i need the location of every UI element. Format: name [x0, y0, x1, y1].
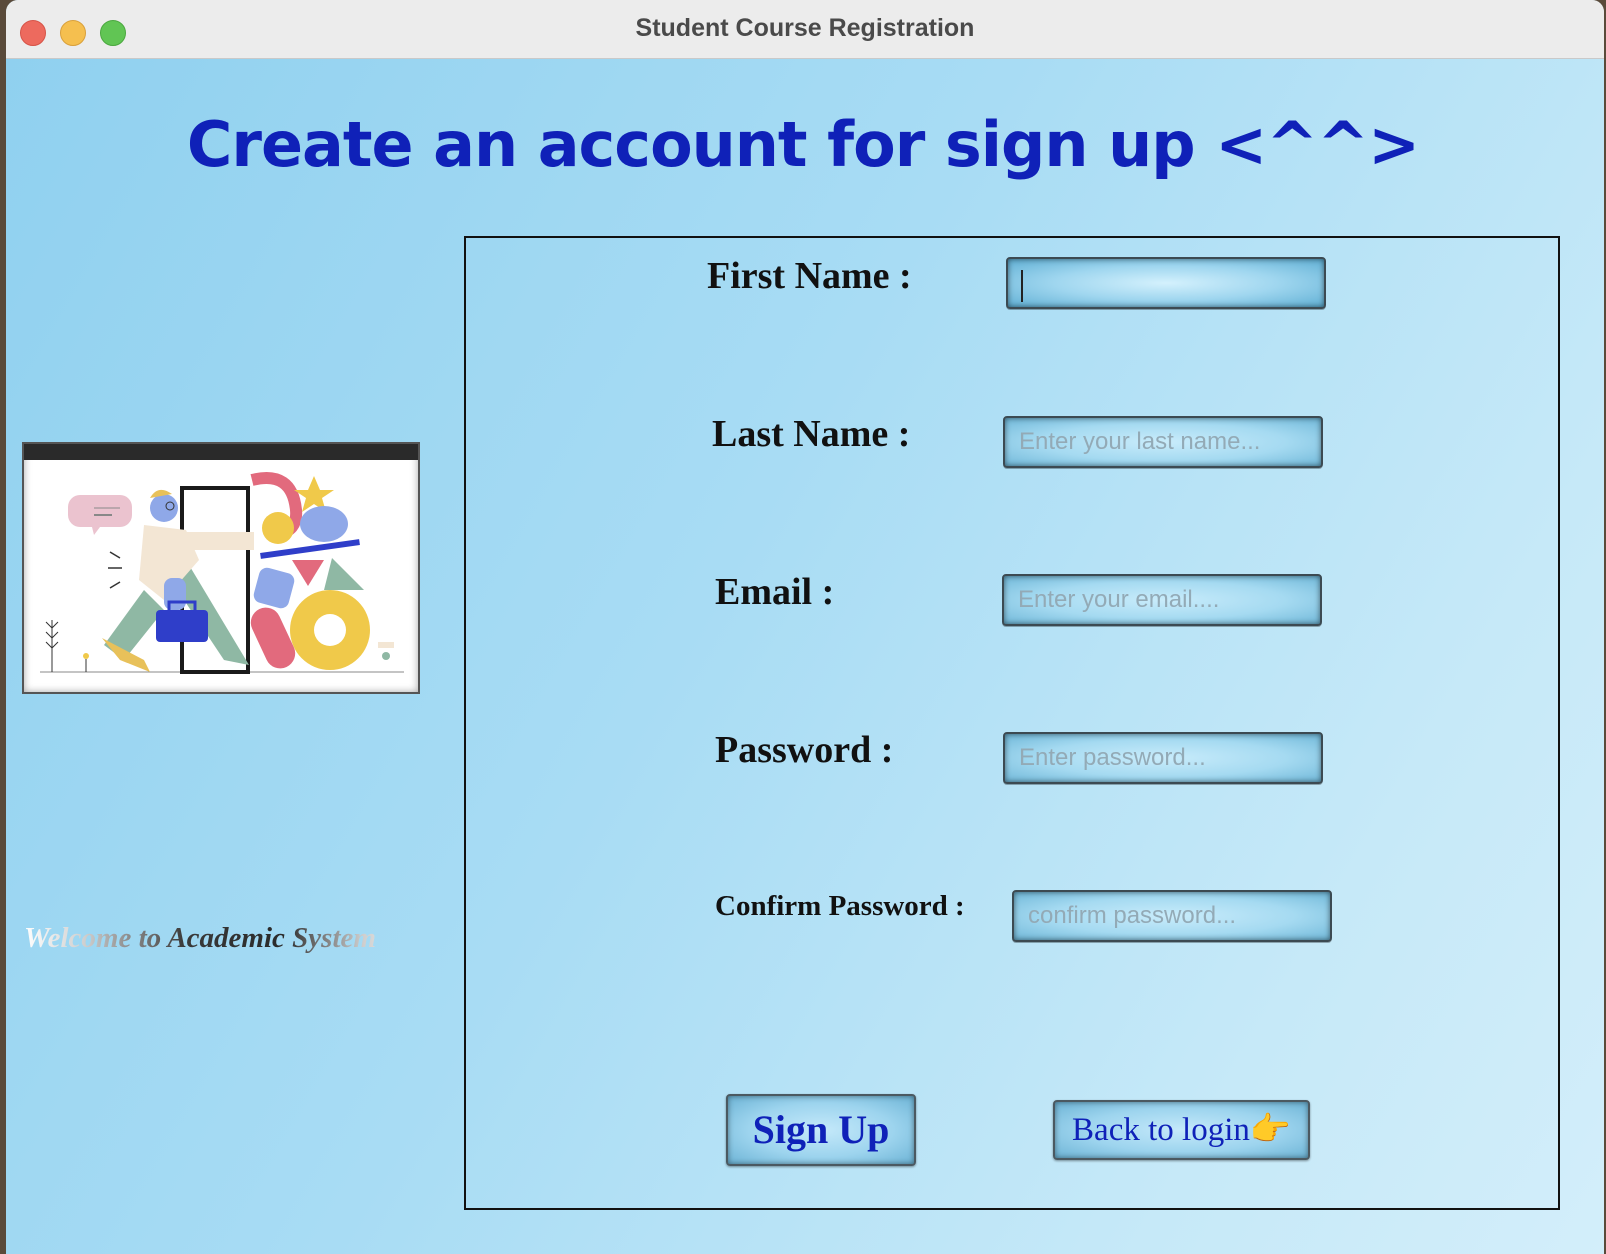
confirm-password-input[interactable] — [1012, 890, 1332, 942]
sign-up-button[interactable]: Sign Up — [726, 1094, 916, 1166]
password-label: Password : — [715, 729, 894, 771]
email-input[interactable] — [1002, 574, 1322, 626]
back-to-login-button[interactable]: Back to login👉 — [1053, 1100, 1310, 1160]
last-name-input[interactable] — [1003, 416, 1323, 468]
confirm-password-label: Confirm Password : — [715, 890, 965, 922]
title-bar: Student Course Registration — [6, 0, 1604, 59]
first-name-label: First Name : — [707, 255, 912, 297]
illustration-image — [40, 472, 404, 674]
signup-illustration — [22, 442, 420, 694]
email-label: Email : — [715, 571, 835, 613]
illustration-top-bar — [24, 444, 418, 460]
window-title: Student Course Registration — [635, 14, 975, 42]
password-input[interactable] — [1003, 732, 1323, 784]
signup-form-panel — [464, 236, 1560, 1210]
welcome-text: Welcome to Academic System — [24, 922, 424, 955]
first-name-input[interactable] — [1006, 257, 1326, 309]
last-name-label: Last Name : — [712, 413, 911, 455]
text-caret — [1021, 270, 1023, 302]
page-heading: Create an account for sign up <^^> — [186, 108, 1420, 181]
